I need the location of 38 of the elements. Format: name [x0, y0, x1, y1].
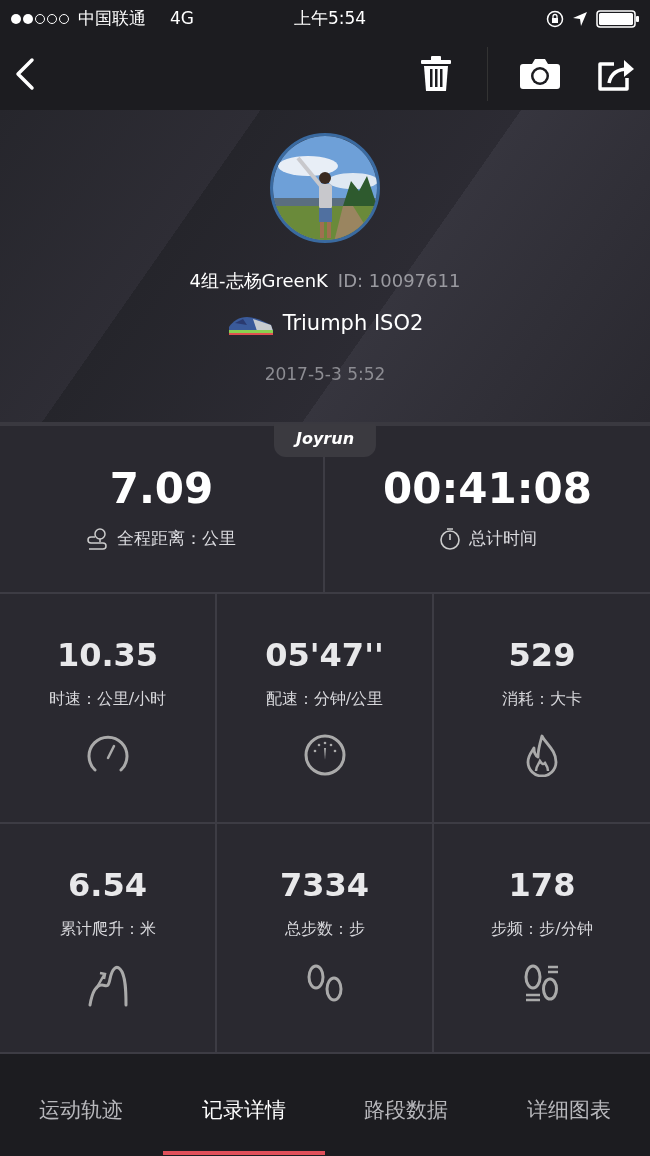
carrier-name: 中国联通 — [78, 7, 146, 31]
stat-label: 全程距离：公里 — [117, 527, 236, 551]
stat-label: 步频：步/分钟 — [491, 918, 593, 941]
network-type: 4G — [170, 7, 194, 31]
stat-value: 7334 — [279, 868, 370, 904]
tab[interactable]: 路段数据 — [325, 1067, 488, 1155]
route-pin-icon — [87, 526, 109, 551]
stat-value: 6.54 — [68, 868, 147, 904]
back-icon[interactable] — [14, 57, 36, 91]
camera-icon[interactable] — [520, 59, 560, 89]
stat-label: 消耗：大卡 — [502, 688, 582, 711]
clock-time: 上午5:54 — [292, 7, 368, 31]
location-arrow-icon — [572, 11, 588, 27]
tab[interactable]: 详细图表 — [487, 1067, 650, 1155]
stat-value: 178 — [508, 868, 576, 904]
user-name: 4组-志杨GreenK — [189, 269, 328, 293]
trash-icon[interactable] — [421, 56, 451, 92]
stat-value: 7.09 — [109, 466, 214, 513]
stat-label: 总步数：步 — [284, 918, 365, 941]
stat-label: 时速：公里/小时 — [48, 688, 167, 711]
workout-date: 2017-5-3 5:52 — [264, 362, 386, 386]
battery-icon — [596, 10, 640, 28]
stat-label: 配速：分钟/公里 — [265, 688, 384, 711]
user-id: ID: 10097611 — [337, 269, 461, 293]
signal-icon — [10, 13, 70, 25]
tab[interactable]: 记录详情 — [162, 1067, 325, 1155]
tab[interactable]: 运动轨迹 — [0, 1067, 163, 1155]
stat-value: 00:41:08 — [383, 466, 592, 513]
shoe-name: Triumph ISO2 — [282, 310, 424, 337]
brand-tag: Joyrun — [274, 424, 376, 457]
rotation-lock-icon — [546, 10, 564, 28]
stat-label: 累计爬升：米 — [59, 918, 156, 941]
stat-value: 05'47'' — [265, 638, 384, 674]
stat-value: 10.35 — [56, 638, 159, 674]
stopwatch-icon — [438, 526, 461, 551]
gauge-icon — [302, 733, 347, 778]
stat-value: 529 — [508, 638, 576, 674]
stat-label: 总计时间 — [468, 527, 537, 551]
